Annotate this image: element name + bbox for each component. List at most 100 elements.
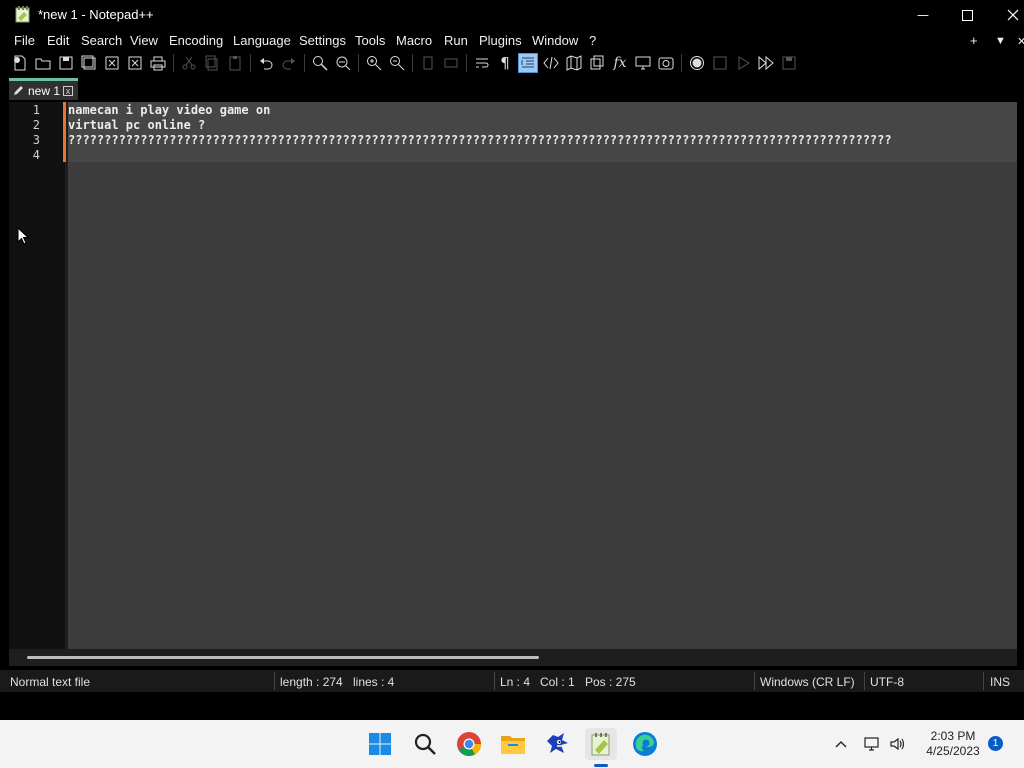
toolbar-separator: [466, 54, 467, 72]
edge-icon[interactable]: [629, 728, 661, 760]
copy-icon[interactable]: [202, 53, 222, 73]
menu-search[interactable]: Search: [81, 33, 122, 48]
xml-tags-icon[interactable]: [541, 53, 561, 73]
tab-new-1[interactable]: new 1 x: [9, 78, 78, 100]
horizontal-scrollbar[interactable]: [9, 649, 1017, 666]
show-all-chars-icon[interactable]: ¶: [495, 53, 515, 73]
open-file-icon[interactable]: [33, 53, 53, 73]
tab-bar: new 1 x: [0, 76, 1024, 102]
menu-tools[interactable]: Tools: [355, 33, 385, 48]
status-separator: [864, 672, 865, 690]
mouse-cursor-icon: [17, 227, 29, 245]
toolbar-separator: [681, 54, 682, 72]
toolbar-separator: [412, 54, 413, 72]
zoom-in-icon[interactable]: [364, 53, 384, 73]
notification-badge[interactable]: 1: [988, 736, 1003, 751]
show-hidden-icons-button[interactable]: [830, 720, 852, 768]
active-app-indicator: [594, 764, 608, 767]
notepadpp-taskbar-icon[interactable]: [585, 728, 617, 760]
print-icon[interactable]: [148, 53, 168, 73]
menu-run[interactable]: Run: [444, 33, 468, 48]
status-col: Col : 1: [540, 675, 575, 689]
title-bar[interactable]: *new 1 - Notepad++ —: [0, 0, 1024, 30]
menu-macro[interactable]: Macro: [396, 33, 432, 48]
menu-file[interactable]: File: [14, 33, 35, 48]
minimize-button[interactable]: —: [900, 0, 946, 30]
menu-settings[interactable]: Settings: [299, 33, 346, 48]
clock-time: 2:03 PM: [930, 729, 976, 743]
paste-icon[interactable]: [225, 53, 245, 73]
menu-encoding[interactable]: Encoding: [169, 33, 223, 48]
sync-horizontal-icon[interactable]: [441, 53, 461, 73]
status-ln: Ln : 4: [500, 675, 531, 689]
close-window-button[interactable]: [990, 0, 1024, 30]
close-all-icon[interactable]: [125, 53, 145, 73]
function-list-icon[interactable]: fx: [610, 53, 630, 73]
run-macro-multiple-icon[interactable]: [756, 53, 776, 73]
status-encoding: UTF-8: [870, 675, 904, 689]
toolbar-separator: [358, 54, 359, 72]
status-separator: [274, 672, 275, 690]
sync-vertical-icon[interactable]: [418, 53, 438, 73]
menu-window[interactable]: Window: [532, 33, 578, 48]
document-list-icon[interactable]: [587, 53, 607, 73]
word-wrap-icon[interactable]: [472, 53, 492, 73]
tab-list-dropdown[interactable]: ▼: [995, 35, 1006, 47]
status-pos: Pos : 275: [585, 675, 636, 689]
stop-macro-icon[interactable]: [710, 53, 730, 73]
status-separator: [494, 672, 495, 690]
indent-guide-icon[interactable]: [518, 53, 538, 73]
search-icon[interactable]: [409, 728, 441, 760]
system-clock[interactable]: 2:03 PM 4/25/2023: [918, 729, 988, 759]
close-doc-button[interactable]: ✕: [1017, 35, 1024, 48]
menu-view[interactable]: View: [130, 33, 158, 48]
line-number: 3: [32, 133, 40, 147]
document-map-icon[interactable]: [564, 53, 584, 73]
monitor-icon[interactable]: [633, 53, 653, 73]
windows-start-icon[interactable]: [364, 728, 396, 760]
volume-icon[interactable]: [886, 720, 910, 768]
find-icon[interactable]: [310, 53, 330, 73]
undo-icon[interactable]: [256, 53, 276, 73]
status-separator: [754, 672, 755, 690]
file-explorer-icon[interactable]: [497, 728, 529, 760]
save-all-icon[interactable]: [79, 53, 99, 73]
menu-bar: File Edit Search View Encoding Language …: [0, 30, 1024, 52]
notepadpp-app-icon: [15, 6, 30, 23]
new-file-icon[interactable]: [10, 53, 30, 73]
tab-close-icon[interactable]: x: [63, 86, 73, 96]
save-icon[interactable]: [56, 53, 76, 73]
save-macro-icon[interactable]: [779, 53, 799, 73]
snapshot-icon[interactable]: [656, 53, 676, 73]
line-number: 2: [32, 118, 40, 132]
zoom-out-icon[interactable]: [387, 53, 407, 73]
menu-edit[interactable]: Edit: [47, 33, 69, 48]
maximize-button[interactable]: [944, 0, 990, 30]
replace-icon[interactable]: [333, 53, 353, 73]
taskbar: 2:03 PM 4/25/2023: [0, 720, 1024, 768]
window-title: *new 1 - Notepad++: [38, 7, 154, 22]
menu-language[interactable]: Language: [233, 33, 291, 48]
toolbar-separator: [173, 54, 174, 72]
text-editor-area[interactable]: namecan i play video game on virtual pc …: [68, 102, 1017, 649]
menu-help[interactable]: ?: [589, 33, 596, 48]
cut-icon[interactable]: [179, 53, 199, 73]
tab-label: new 1: [28, 84, 61, 98]
record-macro-icon[interactable]: [687, 53, 707, 73]
clock-date: 4/25/2023: [926, 744, 980, 758]
redo-icon[interactable]: [279, 53, 299, 73]
new-tab-plus-button[interactable]: +: [970, 33, 978, 48]
play-macro-icon[interactable]: [733, 53, 753, 73]
close-file-icon[interactable]: [102, 53, 122, 73]
scrollbar-thumb[interactable]: [27, 656, 539, 659]
chrome-icon[interactable]: [453, 728, 485, 760]
code-line: ????????????????????????????????????????…: [68, 133, 892, 147]
maximize-icon: [961, 9, 973, 21]
line-number-gutter[interactable]: 1 2 3 4: [9, 102, 65, 649]
status-eol: Windows (CR LF): [760, 675, 855, 689]
menu-plugins[interactable]: Plugins: [479, 33, 522, 48]
network-icon[interactable]: [860, 720, 884, 768]
status-file-type: Normal text file: [10, 675, 91, 689]
toolbar: ¶ fx: [0, 52, 1024, 74]
sonic-icon[interactable]: [541, 728, 573, 760]
